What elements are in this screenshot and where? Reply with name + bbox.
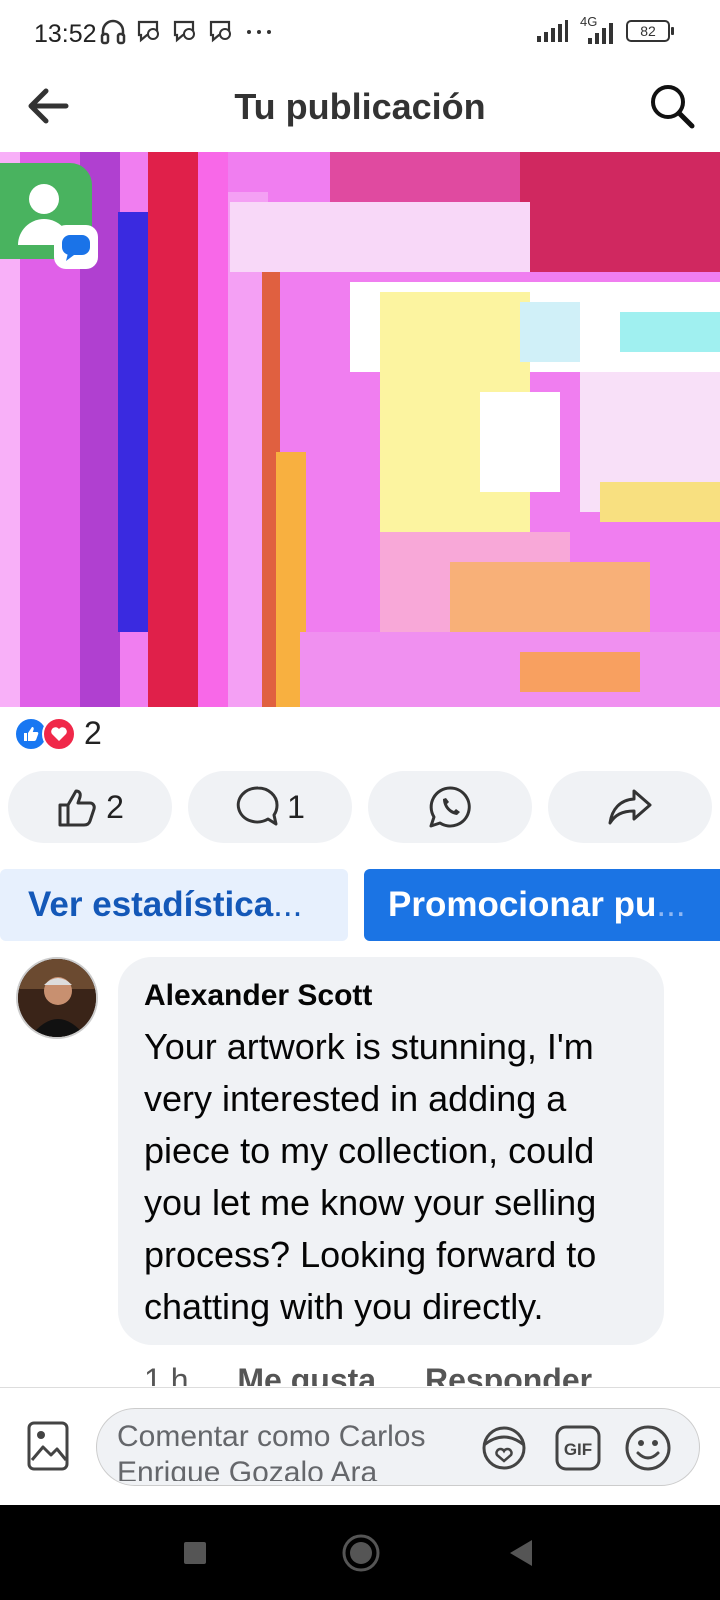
search-icon: [651, 85, 695, 129]
headphones-icon: [100, 19, 126, 45]
comment-composer: Comentar como Carlos Enrique Gozalo Ara …: [0, 1387, 720, 1506]
chat-bubble-icon: [62, 235, 90, 261]
status-time: 13:52: [34, 20, 97, 48]
chat-notification-icon: [209, 20, 231, 43]
top-bar: Tu publicación: [0, 68, 720, 152]
comment-meta: 1 h Me gusta Responder: [144, 1362, 632, 1386]
view-stats-button[interactable]: Ver estadística...: [0, 869, 348, 941]
avatar-sticker-icon: [482, 1426, 526, 1470]
comment-count: 1: [287, 788, 305, 825]
comment-reply-button[interactable]: Responder: [425, 1362, 592, 1386]
view-stats-ellipsis: ...: [273, 885, 303, 924]
signal-4g-icon: 4G: [576, 14, 618, 44]
status-right-icons: 4G 82: [536, 14, 674, 44]
contact-badge[interactable]: [0, 163, 98, 269]
avatar[interactable]: [16, 957, 98, 1039]
gif-button[interactable]: GIF: [553, 1423, 603, 1473]
thumbs-up-icon: [58, 789, 96, 827]
square-icon: [184, 1541, 206, 1564]
status-bar: 13:52 4G 82: [0, 0, 720, 68]
whatsapp-icon: [429, 786, 471, 828]
promote-ellipsis: ...: [656, 885, 686, 924]
search-button[interactable]: [646, 80, 698, 132]
recents-button[interactable]: [170, 1505, 220, 1600]
comment-icon: [236, 786, 279, 826]
comment-like-button[interactable]: Me gusta: [237, 1362, 376, 1386]
profile-photo: [18, 959, 96, 1037]
like-count: 2: [106, 788, 124, 825]
home-circle-icon: [342, 1534, 380, 1571]
reaction-count: 2: [84, 715, 102, 751]
avatar-sticker-button[interactable]: [479, 1423, 529, 1473]
post-artwork: [0, 152, 720, 707]
comment-placeholder: Comentar como Carlos Enrique Gozalo Ara: [117, 1420, 426, 1481]
smiley-icon: [625, 1425, 671, 1471]
add-photo-button[interactable]: [26, 1420, 70, 1472]
triangle-back-icon: [510, 1539, 532, 1566]
battery-icon: 82: [626, 20, 674, 42]
reactions-summary[interactable]: 2: [14, 715, 102, 752]
like-button[interactable]: 2: [8, 771, 172, 843]
svg-text:GIF: GIF: [564, 1440, 592, 1459]
comment-author[interactable]: Alexander Scott: [144, 979, 372, 1013]
share-arrow-icon: [608, 789, 652, 825]
system-nav-bar: [0, 1505, 720, 1600]
emoji-button[interactable]: [623, 1423, 673, 1473]
home-button[interactable]: [336, 1505, 386, 1600]
post-cta-row: Ver estadística... Promocionar pu...: [0, 869, 720, 941]
signal-icon: [537, 20, 568, 42]
gif-icon: GIF: [555, 1425, 601, 1471]
back-nav-button[interactable]: [496, 1505, 546, 1600]
post-actions: 2 1: [8, 771, 712, 843]
love-reaction-icon: [42, 716, 76, 751]
more-dots-icon: [247, 30, 271, 34]
view-stats-label: Ver estadística: [28, 885, 274, 924]
share-button[interactable]: [548, 771, 712, 843]
page-title: Tu publicación: [234, 86, 486, 127]
comment-button[interactable]: 1: [188, 771, 352, 843]
whatsapp-share-button[interactable]: [368, 771, 532, 843]
chat-notification-icon: [173, 20, 195, 43]
promote-post-button[interactable]: Promocionar pu...: [364, 869, 720, 941]
image-icon: [27, 1421, 69, 1471]
chat-notification-icon: [137, 20, 159, 43]
post-image[interactable]: [0, 152, 720, 707]
comment-text: Your artwork is stunning, I'm very inter…: [144, 1026, 597, 1327]
promote-label: Promocionar pu: [388, 885, 657, 924]
notification-icons: [100, 18, 274, 46]
comment-time: 1 h: [144, 1362, 189, 1386]
message-badge: [54, 225, 98, 269]
comment-bubble[interactable]: Alexander Scott Your artwork is stunning…: [118, 957, 664, 1345]
comment-input[interactable]: Comentar como Carlos Enrique Gozalo Ara …: [96, 1408, 700, 1486]
